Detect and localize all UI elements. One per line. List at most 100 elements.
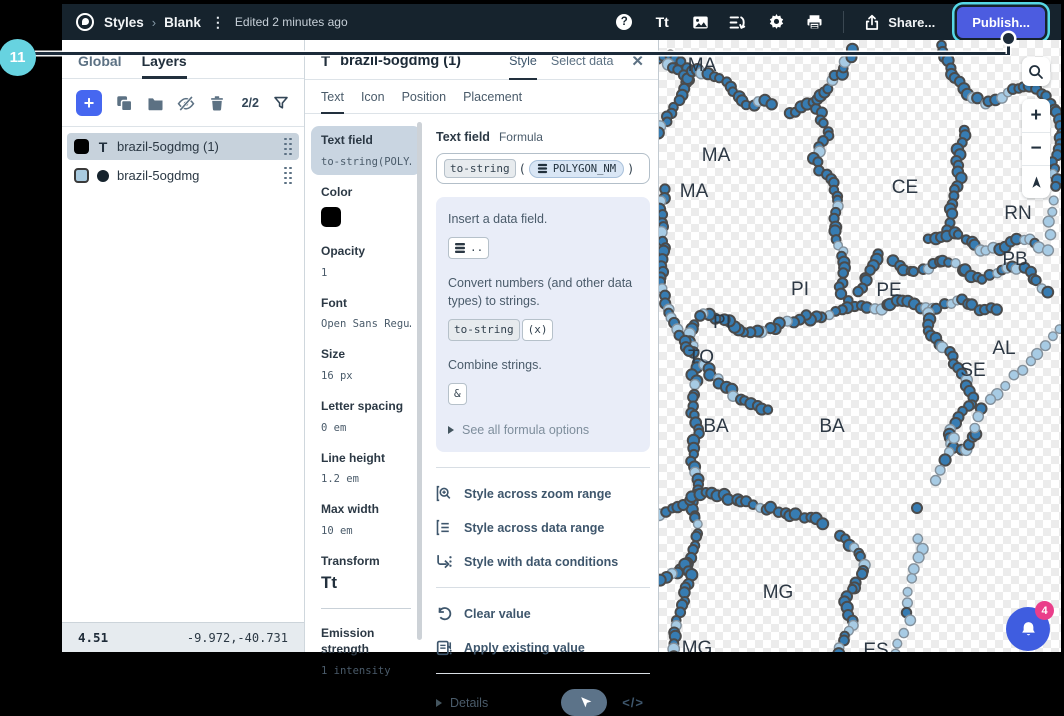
kebab-menu-icon[interactable]: ⋮ xyxy=(211,15,225,29)
layer-color-swatch[interactable] xyxy=(74,139,89,154)
formula-field-label: Text field xyxy=(436,130,490,144)
property-transform[interactable]: Transform Tt xyxy=(311,547,421,601)
legend-icon[interactable] xyxy=(729,13,747,31)
state-label-ma: MA xyxy=(702,145,731,167)
property-max-width[interactable]: Max width 10 em xyxy=(311,495,421,544)
cursor-coordinates: -9.972,-40.731 xyxy=(187,631,288,645)
tab-style[interactable]: Style xyxy=(509,54,537,68)
style-across-data-range[interactable]: Style across data range xyxy=(436,519,650,536)
add-layer-button[interactable]: + xyxy=(76,90,102,116)
style-panel-header: T brazil-5ogdmg (1) Style Select data ✕ xyxy=(305,40,658,80)
text-layer-icon: T xyxy=(321,53,330,70)
breadcrumb-styles[interactable]: Styles xyxy=(104,15,144,30)
property-letter-spacing[interactable]: Letter spacing 0 em xyxy=(311,392,421,441)
state-label-al: AL xyxy=(992,338,1015,360)
formula-editor: Text field Formula to-string ( POLYGON_N… xyxy=(432,116,653,652)
text-layer-icon: T xyxy=(97,139,109,155)
rail-scrollbar[interactable] xyxy=(417,122,422,640)
map-zoom-controls: + − xyxy=(1022,99,1050,198)
subtab-text[interactable]: Text xyxy=(321,90,344,104)
property-color[interactable]: Color xyxy=(311,178,421,235)
hide-layer-icon[interactable] xyxy=(177,94,195,112)
app-logo-icon[interactable] xyxy=(76,13,94,31)
map-status-bar: 4.51 -9.972,-40.731 xyxy=(62,622,304,652)
layer-row-circle[interactable]: brazil-5ogdmg xyxy=(67,162,299,189)
tab-global[interactable]: Global xyxy=(78,53,122,69)
property-text-field[interactable]: Text field to-string(POLY… xyxy=(311,126,421,175)
property-font[interactable]: Font Open Sans Regu… xyxy=(311,289,421,338)
fn-chip[interactable]: to-string xyxy=(444,159,516,178)
bell-icon xyxy=(1019,620,1038,639)
convert-hint: Convert numbers (and other data types) t… xyxy=(448,274,638,310)
settings-gear-icon[interactable] xyxy=(767,13,785,31)
triangle-right-icon xyxy=(436,699,442,707)
formula-help-box: Insert a data field. .. Convert numbers … xyxy=(436,197,650,452)
map-search-button[interactable] xyxy=(1022,57,1050,86)
drag-handle-icon[interactable] xyxy=(284,138,292,156)
clear-value-button[interactable]: Clear value xyxy=(436,605,650,622)
see-all-formula-options[interactable]: See all formula options xyxy=(448,421,638,439)
code-view-button[interactable]: </> xyxy=(622,695,644,710)
layer-color-swatch[interactable] xyxy=(74,168,89,183)
state-label-se: SE xyxy=(960,360,985,382)
apply-existing-value-button[interactable]: Apply existing value xyxy=(436,639,650,656)
database-icon xyxy=(454,242,466,254)
color-swatch[interactable] xyxy=(321,207,341,227)
ampersand-chip[interactable]: & xyxy=(448,383,467,405)
typography-icon[interactable]: Tt xyxy=(653,13,671,31)
subtab-placement[interactable]: Placement xyxy=(463,90,522,104)
annotation-line-vertical xyxy=(1007,43,1010,54)
style-panel: T brazil-5ogdmg (1) Style Select data ✕ … xyxy=(305,40,659,652)
drag-handle-icon[interactable] xyxy=(284,167,292,185)
data-conditions-icon xyxy=(436,553,453,570)
edited-timestamp: Edited 2 minutes ago xyxy=(235,15,348,29)
map-canvas[interactable]: MAMAMACERNPBPEPIPITOALSEBABAMGMGES + − 4 xyxy=(659,40,1061,652)
folder-icon[interactable] xyxy=(146,94,164,112)
image-icon[interactable] xyxy=(691,13,709,31)
state-label-ba: BA xyxy=(703,416,728,438)
state-label-mg: MG xyxy=(682,638,713,652)
help-icon[interactable]: ? xyxy=(615,13,633,31)
state-label-pi: PI xyxy=(713,312,731,334)
select-cursor-button[interactable] xyxy=(561,689,607,716)
zoom-out-button[interactable]: − xyxy=(1022,132,1050,165)
breadcrumb-blank[interactable]: Blank xyxy=(164,15,201,30)
state-label-rn: RN xyxy=(1004,203,1031,225)
formula-input[interactable]: to-string ( POLYGON_NM ) xyxy=(436,153,650,184)
print-icon[interactable] xyxy=(805,13,823,31)
state-label-pe: PE xyxy=(876,280,901,302)
layer-row-text[interactable]: T brazil-5ogdmg (1) xyxy=(67,133,299,160)
style-with-data-conditions[interactable]: Style with data conditions xyxy=(436,553,650,570)
circle-layer-icon xyxy=(97,170,109,182)
style-across-zoom-range[interactable]: Style across zoom range xyxy=(436,485,650,502)
panel-title: brazil-5ogdmg (1) xyxy=(340,53,461,69)
divider xyxy=(436,467,650,468)
data-field-chip[interactable]: POLYGON_NM xyxy=(529,160,624,178)
property-emission-strength[interactable]: Emission strength 1 intensity xyxy=(311,619,421,683)
publish-button[interactable]: Publish... xyxy=(957,7,1045,38)
layers-sidebar: Global Layers + 2/2 T xyxy=(62,40,305,652)
divider xyxy=(436,673,650,674)
share-button[interactable]: Share... xyxy=(864,14,935,31)
state-label-ba: BA xyxy=(819,416,844,438)
subtab-icon[interactable]: Icon xyxy=(361,90,385,104)
tab-layers[interactable]: Layers xyxy=(142,53,187,69)
insert-field-chip[interactable]: .. xyxy=(448,237,489,259)
property-size[interactable]: Size 16 px xyxy=(311,340,421,389)
filter-icon[interactable] xyxy=(272,94,290,112)
duplicate-icon[interactable] xyxy=(115,94,133,112)
property-opacity[interactable]: Opacity 1 xyxy=(311,237,421,286)
zoom-in-button[interactable]: + xyxy=(1022,99,1050,132)
compass-button[interactable] xyxy=(1022,165,1050,198)
layer-name: brazil-5ogdmg (1) xyxy=(117,139,219,154)
style-subtabs: Text Icon Position Placement xyxy=(305,80,658,114)
transform-tt-icon: Tt xyxy=(321,573,411,593)
to-string-chip[interactable]: to-string xyxy=(448,319,520,341)
subtab-position[interactable]: Position xyxy=(402,90,446,104)
delete-layer-icon[interactable] xyxy=(208,94,226,112)
details-toggle[interactable]: Details xyxy=(436,696,488,710)
arg-chip[interactable]: (x) xyxy=(522,319,554,341)
state-label-mg: MG xyxy=(763,582,794,604)
tab-select-data[interactable]: Select data xyxy=(551,54,614,68)
property-line-height[interactable]: Line height 1.2 em xyxy=(311,444,421,493)
